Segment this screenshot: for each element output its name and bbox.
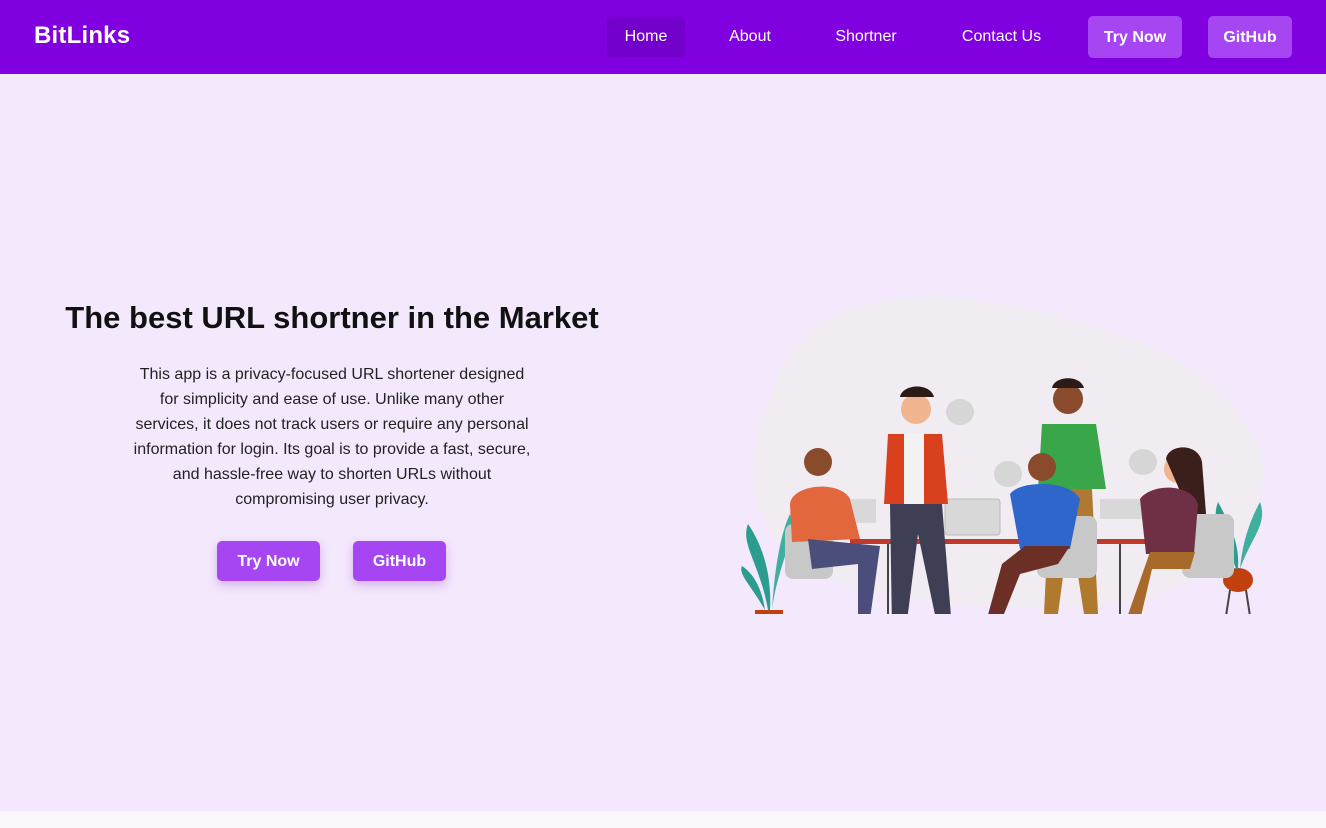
nav-link-contact-us[interactable]: Contact Us bbox=[945, 17, 1058, 57]
hero-description: This app is a privacy-focused URL shorte… bbox=[133, 366, 531, 508]
nav-github-button[interactable]: GitHub bbox=[1208, 16, 1292, 58]
team-meeting-illustration bbox=[741, 296, 1264, 614]
footer-strip bbox=[0, 811, 1326, 828]
nav-link-about[interactable]: About bbox=[714, 17, 786, 57]
navbar: BitLinks Home About Shortner Contact Us … bbox=[0, 0, 1326, 74]
hero-github-button[interactable]: GitHub bbox=[353, 541, 446, 581]
brand-logo[interactable]: BitLinks bbox=[34, 22, 130, 50]
nav-try-now-button[interactable]: Try Now bbox=[1088, 16, 1182, 58]
nav-link-shortner[interactable]: Shortner bbox=[820, 17, 912, 57]
hero-section: The best URL shortner in the Market This… bbox=[0, 74, 1326, 811]
nav-link-home[interactable]: Home bbox=[607, 17, 685, 57]
hero-try-now-button[interactable]: Try Now bbox=[217, 541, 320, 581]
page: BitLinks Home About Shortner Contact Us … bbox=[0, 0, 1326, 828]
hero-title: The best URL shortner in the Market bbox=[65, 300, 599, 335]
